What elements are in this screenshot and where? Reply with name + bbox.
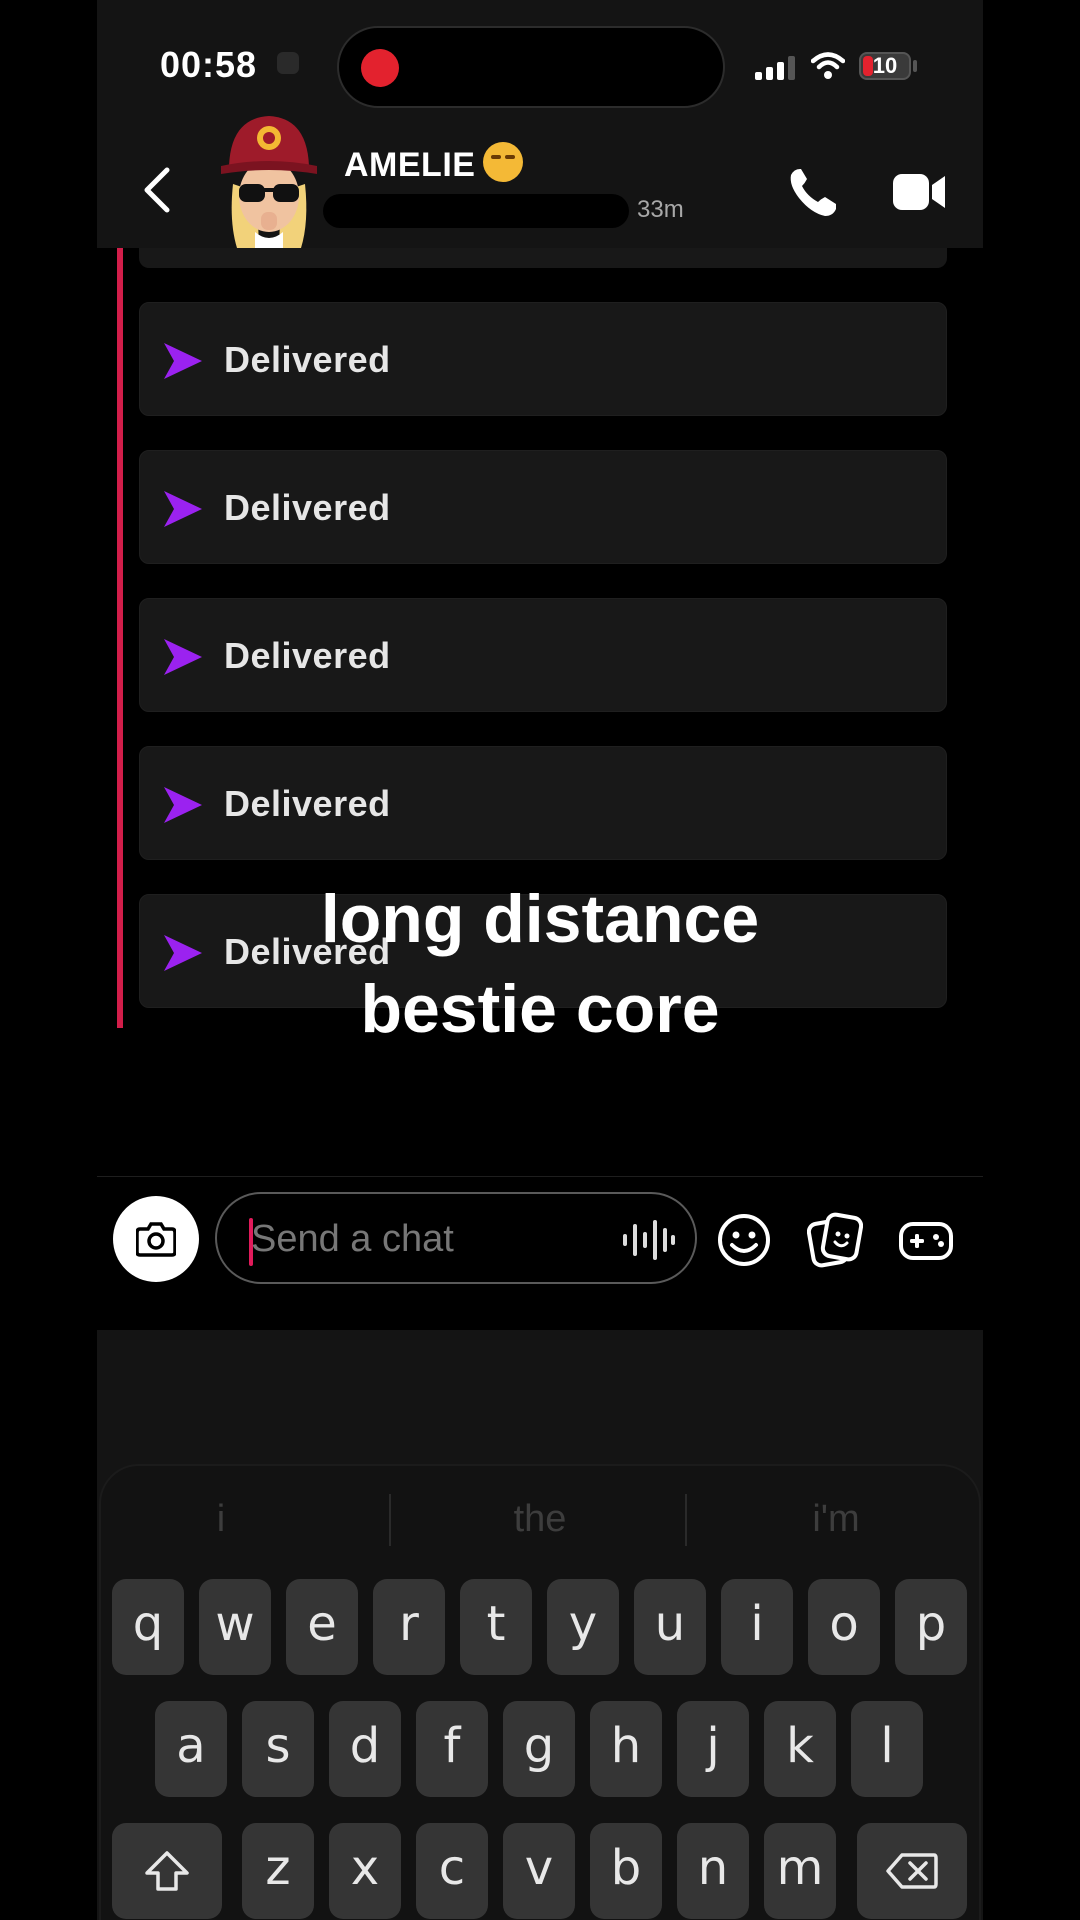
message-status: Delivered: [224, 339, 391, 380]
key-h[interactable]: h: [590, 1701, 662, 1797]
key-i[interactable]: i: [721, 1579, 793, 1675]
suggestion-item[interactable]: the: [420, 1498, 660, 1541]
key-d[interactable]: d: [329, 1701, 401, 1797]
key-k[interactable]: k: [764, 1701, 836, 1797]
suggestion-divider: [389, 1494, 391, 1546]
suggestion-divider: [685, 1494, 687, 1546]
key-e[interactable]: e: [286, 1579, 358, 1675]
key-b[interactable]: b: [590, 1823, 662, 1919]
camera-icon: [136, 1222, 176, 1257]
key-z[interactable]: z: [242, 1823, 314, 1919]
chat-input[interactable]: Send a chat: [215, 1192, 697, 1284]
delete-key[interactable]: [857, 1823, 967, 1919]
sticker-icon[interactable]: [807, 1212, 863, 1268]
phone-icon[interactable]: [787, 166, 839, 218]
phone-screen: 00:58 10 AMELIE 33m Delivered Delivered …: [97, 0, 983, 1920]
chat-input-placeholder: Send a chat: [251, 1218, 454, 1260]
key-q[interactable]: q: [112, 1579, 184, 1675]
shift-key[interactable]: [112, 1823, 222, 1919]
key-c[interactable]: c: [416, 1823, 488, 1919]
message-status: Delivered: [224, 635, 391, 676]
key-s[interactable]: s: [242, 1701, 314, 1797]
delivered-arrow-icon: [164, 491, 202, 527]
delivered-arrow-icon: [164, 639, 202, 675]
message-item[interactable]: Delivered: [139, 302, 947, 416]
message-item[interactable]: Delivered: [139, 598, 947, 712]
game-controller-icon[interactable]: [898, 1212, 954, 1268]
key-g[interactable]: g: [503, 1701, 575, 1797]
key-j[interactable]: j: [677, 1701, 749, 1797]
key-v[interactable]: v: [503, 1823, 575, 1919]
contact-name[interactable]: AMELIE: [344, 142, 524, 185]
message-item[interactable]: Delivered: [139, 746, 947, 860]
redacted-status: [323, 194, 629, 228]
delivered-arrow-icon: [164, 787, 202, 823]
message-item[interactable]: Delivered: [139, 450, 947, 564]
last-seen-time: 33m: [637, 196, 684, 223]
key-t[interactable]: t: [460, 1579, 532, 1675]
caption-line: bestie core: [360, 971, 720, 1047]
divider: [97, 1176, 983, 1177]
video-camera-icon[interactable]: [893, 170, 947, 214]
recording-dot-icon: [361, 49, 399, 87]
keyboard: i the i'm q w e r t y u i o p a s d f g …: [97, 1330, 983, 1920]
backspace-icon: [886, 1853, 938, 1889]
previous-message-edge: [139, 248, 947, 268]
key-x[interactable]: x: [329, 1823, 401, 1919]
key-u[interactable]: u: [634, 1579, 706, 1675]
key-n[interactable]: n: [677, 1823, 749, 1919]
camera-button[interactable]: [113, 1196, 199, 1282]
chat-header: 00:58 10 AMELIE 33m: [97, 0, 983, 248]
delivered-arrow-icon: [164, 343, 202, 379]
battery-percent: 10: [872, 53, 898, 78]
dynamic-island: [337, 26, 725, 108]
key-w[interactable]: w: [199, 1579, 271, 1675]
contact-name-label: AMELIE: [344, 146, 476, 184]
cellular-signal-icon: [755, 56, 795, 80]
avatar[interactable]: [219, 112, 319, 248]
battery-icon: 10: [859, 52, 911, 80]
key-f[interactable]: f: [416, 1701, 488, 1797]
status-time: 00:58: [160, 44, 258, 85]
key-p[interactable]: p: [895, 1579, 967, 1675]
key-a[interactable]: a: [155, 1701, 227, 1797]
message-status: Delivered: [224, 487, 391, 528]
chevron-left-icon[interactable]: [137, 166, 177, 214]
suggestion-item[interactable]: i'm: [716, 1498, 956, 1541]
suggestion-item[interactable]: i: [101, 1498, 341, 1541]
key-l[interactable]: l: [851, 1701, 923, 1797]
smirk-emoji-icon: [483, 142, 524, 182]
key-o[interactable]: o: [808, 1579, 880, 1675]
voice-waveform-icon[interactable]: [621, 1220, 675, 1260]
status-indicator-icon: [277, 52, 299, 74]
battery-tip: [913, 60, 917, 72]
caption-line: long distance: [320, 881, 760, 957]
shift-arrow-icon: [145, 1851, 189, 1891]
key-y[interactable]: y: [547, 1579, 619, 1675]
message-status: Delivered: [224, 783, 391, 824]
wifi-icon: [811, 52, 845, 79]
key-r[interactable]: r: [373, 1579, 445, 1675]
key-m[interactable]: m: [764, 1823, 836, 1919]
overlay-caption: long distance bestie core: [97, 874, 983, 1054]
smiley-icon[interactable]: [716, 1212, 772, 1268]
